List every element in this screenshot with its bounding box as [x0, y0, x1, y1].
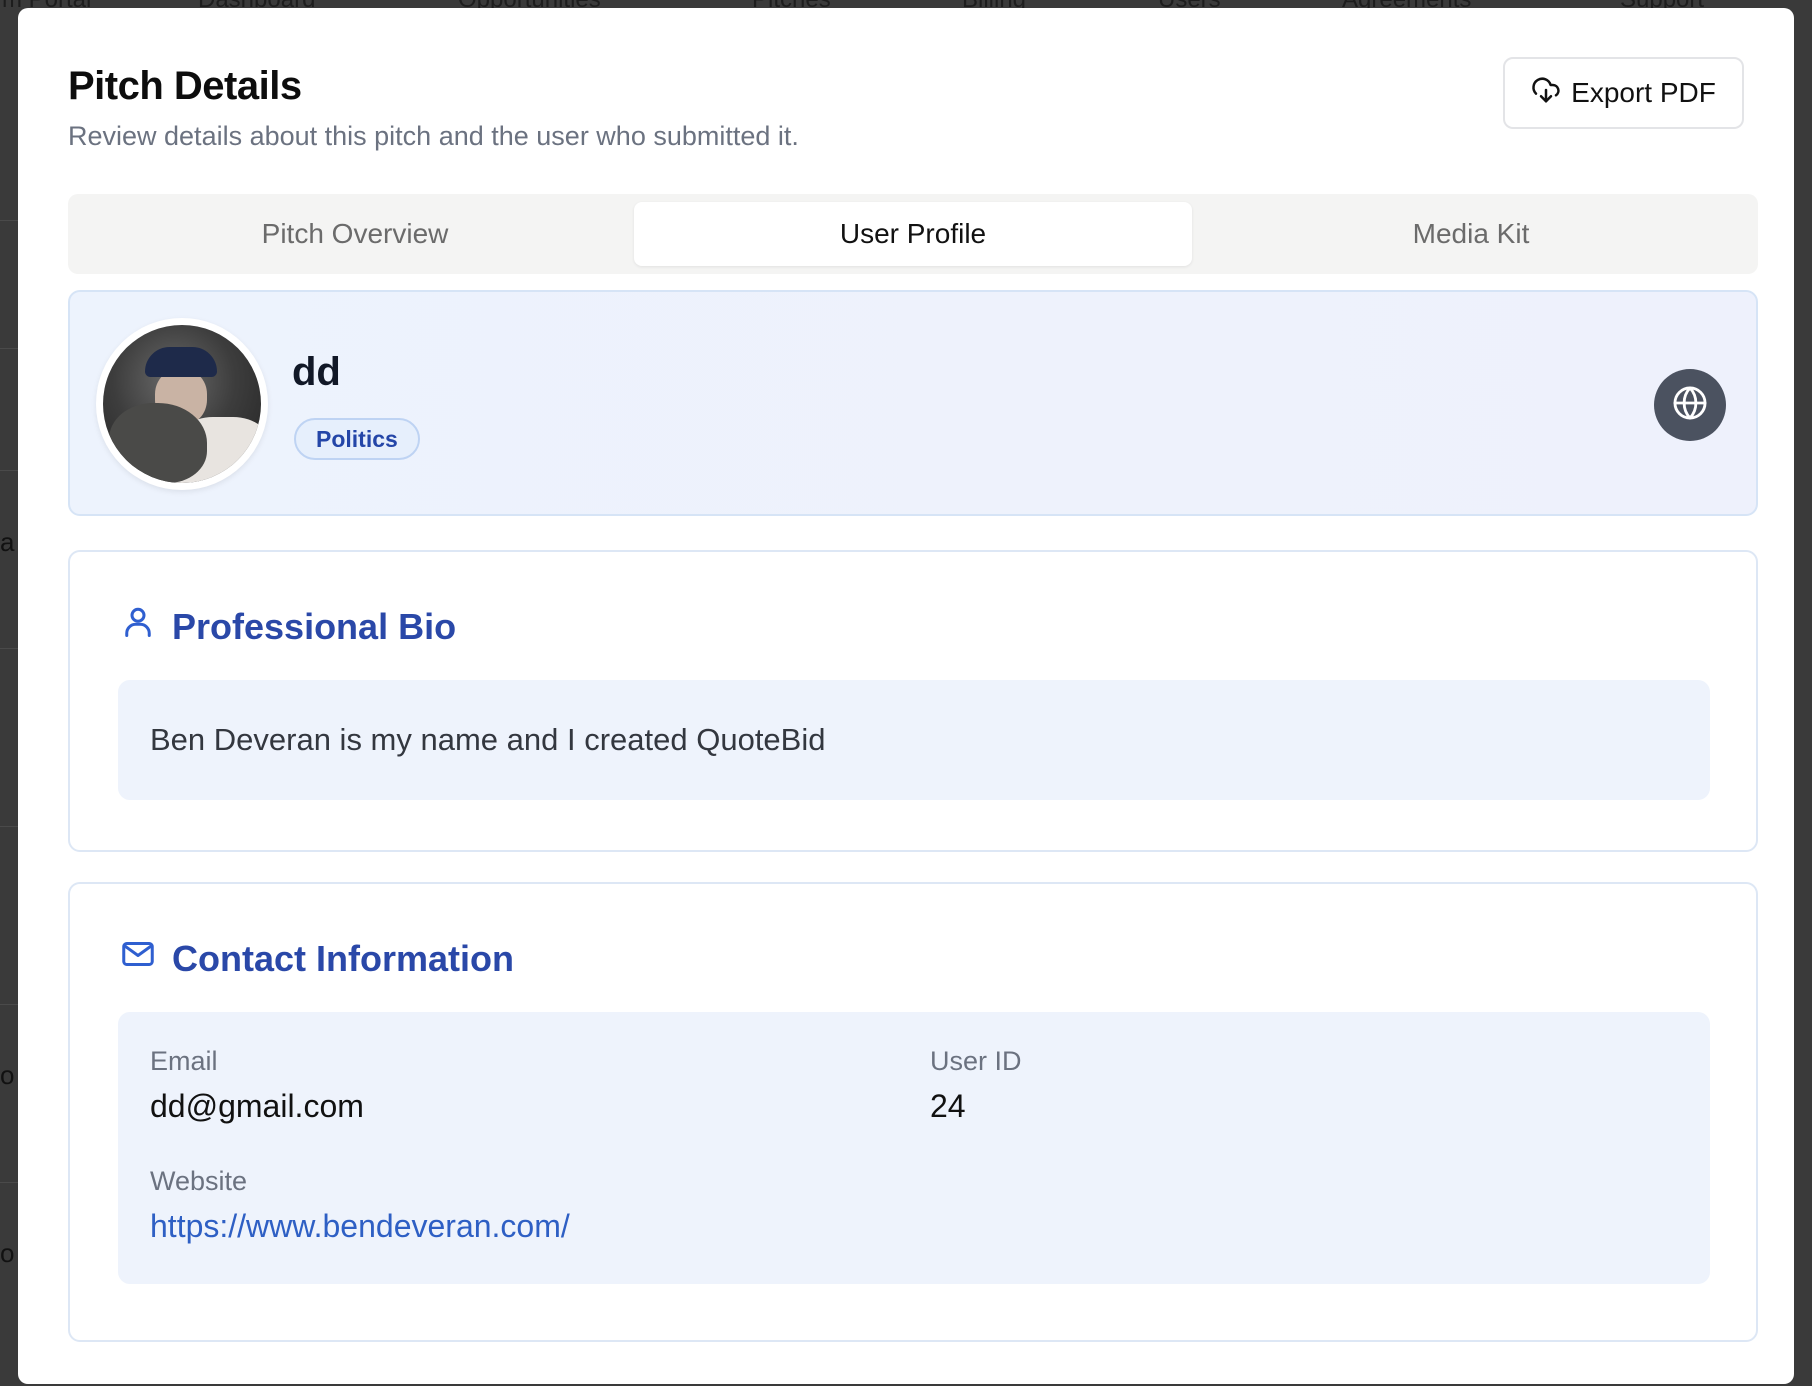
export-pdf-button[interactable]: Export PDF: [1503, 57, 1744, 129]
bg-divider: [0, 1004, 18, 1005]
tab-media-kit[interactable]: Media Kit: [1192, 202, 1750, 266]
email-value: dd@gmail.com: [150, 1088, 364, 1124]
avatar-photo: [103, 325, 261, 483]
bio-text: Ben Deveran is my name and I created Quo…: [118, 680, 1710, 800]
mail-icon: [120, 936, 156, 981]
website-link[interactable]: https://www.bendeveran.com/: [150, 1208, 570, 1245]
website-label: Website: [150, 1166, 248, 1196]
bg-edge-text: o: [0, 1238, 15, 1268]
bio-heading-text: Professional Bio: [172, 605, 457, 647]
user-id-label: User ID: [930, 1046, 1022, 1076]
contact-details: Email dd@gmail.com User ID 24 Website ht…: [118, 1012, 1710, 1284]
avatar: [96, 318, 268, 490]
category-badge: Politics: [294, 418, 420, 460]
bg-divider: [0, 1182, 18, 1183]
user-id-value: 24: [930, 1088, 966, 1124]
website-button[interactable]: [1654, 369, 1726, 441]
pitch-details-modal: Pitch Details Review details about this …: [18, 8, 1794, 1384]
bg-divider: [0, 648, 18, 649]
bg-divider: [0, 220, 18, 221]
contact-heading-text: Contact Information: [172, 937, 514, 979]
tab-pitch-overview[interactable]: Pitch Overview: [76, 202, 634, 266]
email-label: Email: [150, 1046, 218, 1076]
bg-edge-text: a: [0, 527, 15, 557]
user-name: dd: [292, 350, 341, 394]
user-icon: [120, 604, 156, 649]
user-profile-card: dd Politics: [68, 290, 1758, 516]
cloud-download-icon: [1531, 75, 1561, 112]
bg-divider: [0, 348, 18, 349]
bg-edge-text: o: [0, 1060, 15, 1090]
contact-heading: Contact Information: [120, 936, 514, 981]
tab-user-profile[interactable]: User Profile: [634, 202, 1192, 266]
tab-bar: Pitch Overview User Profile Media Kit: [68, 194, 1758, 274]
bg-divider: [0, 470, 18, 471]
export-pdf-label: Export PDF: [1571, 77, 1716, 108]
professional-bio-section: Professional Bio Ben Deveran is my name …: [68, 550, 1758, 852]
bg-divider: [0, 826, 18, 827]
bio-heading: Professional Bio: [120, 604, 456, 649]
contact-information-section: Contact Information Email dd@gmail.com U…: [68, 882, 1758, 1342]
background-nav: rm Portal Dashboard Opportunities Pitche…: [0, 0, 1812, 13]
globe-icon: [1671, 384, 1709, 427]
